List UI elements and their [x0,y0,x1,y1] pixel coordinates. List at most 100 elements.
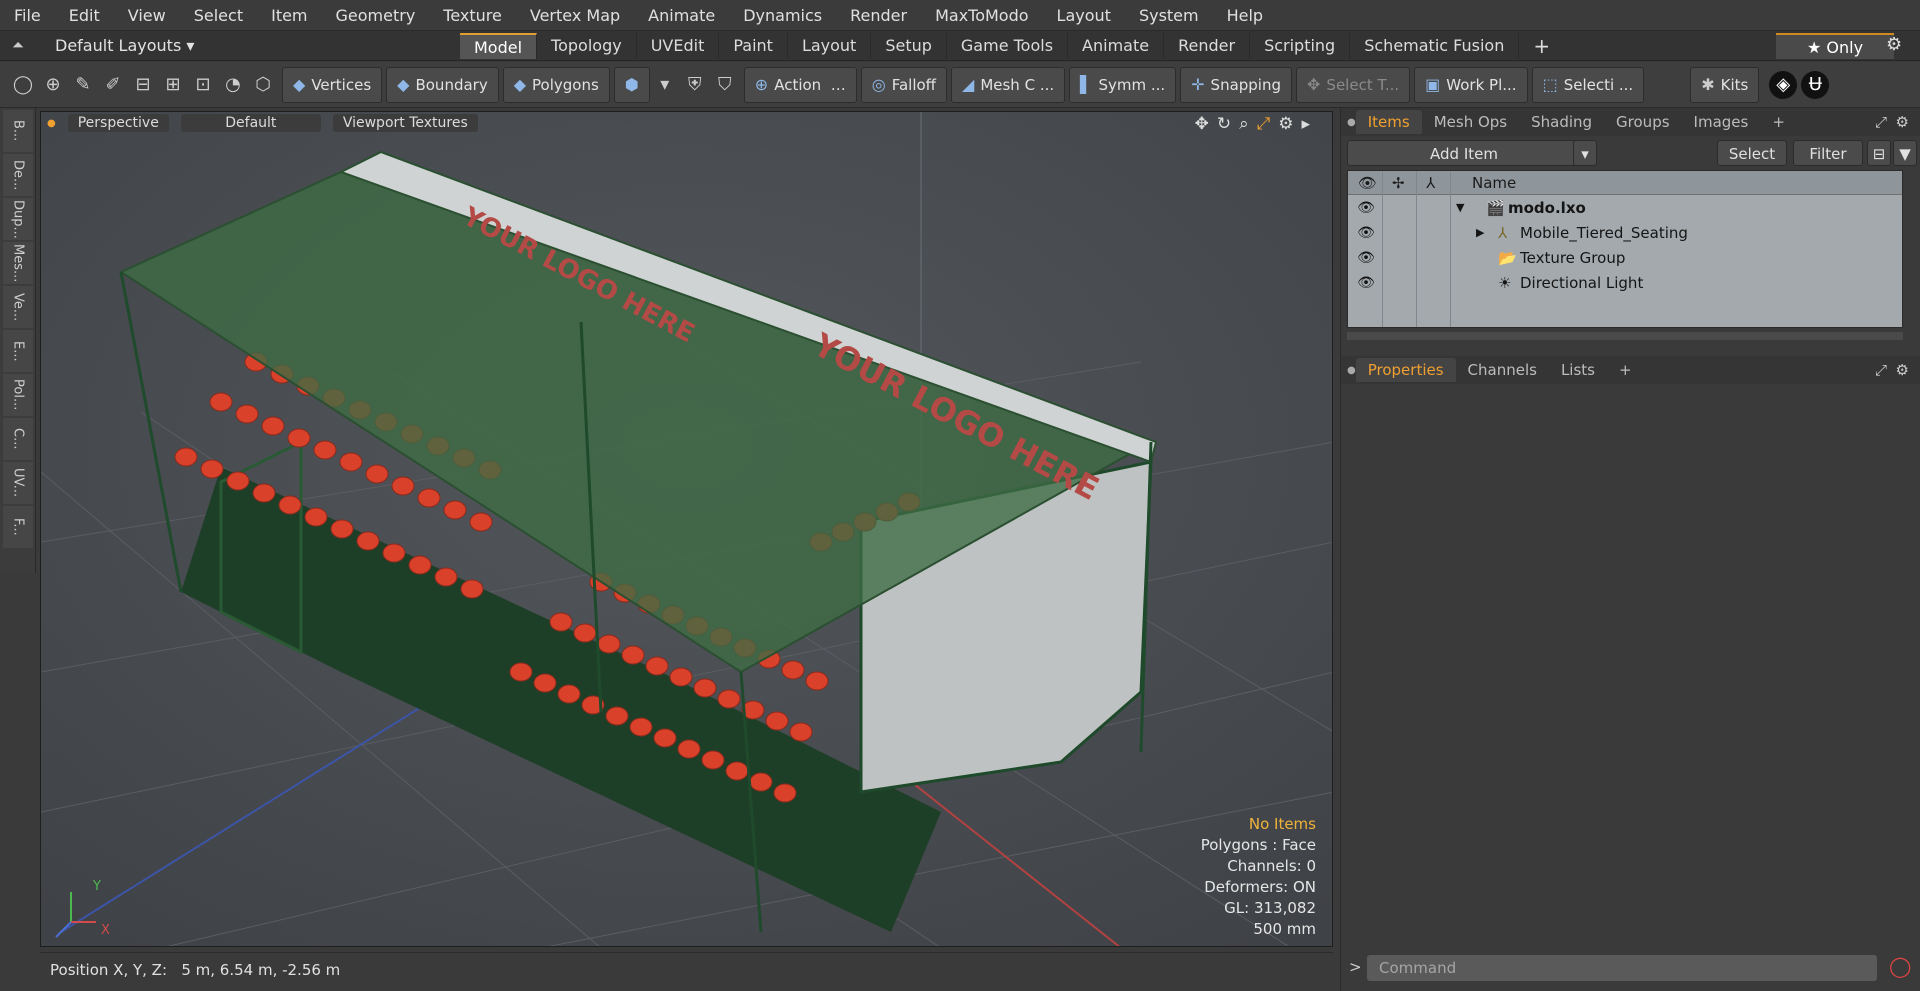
tab-layout[interactable]: Layout [788,33,872,59]
menu-maxtomodo[interactable]: MaxToModo [921,0,1042,31]
viewport-textures-dropdown[interactable]: Viewport Textures [332,114,478,132]
arc-icon[interactable]: ◔ [218,68,248,102]
eye-icon[interactable]: 👁 [1356,200,1376,216]
move-view-icon[interactable]: ✥ [1195,114,1209,134]
tab-items[interactable]: Items [1355,110,1422,134]
tab-shading[interactable]: Shading [1519,110,1604,134]
menu-dynamics[interactable]: Dynamics [729,0,836,31]
expand-icon[interactable]: ⤢ [1875,361,1887,379]
loop-icon[interactable]: ⊡ [188,68,218,102]
symmetry-button[interactable]: ▌ Symm ... [1069,66,1177,103]
paint-icon[interactable]: ✐ [98,68,128,102]
vtab-deform[interactable]: De... [3,154,33,196]
panel-gear-icon[interactable]: ⚙ [1896,113,1909,131]
eye-icon[interactable]: 👁 [1356,250,1376,266]
vtab-fusion[interactable]: F... [3,506,33,548]
tab-images[interactable]: Images [1682,110,1761,134]
expand-icon[interactable]: ⤢ [1875,113,1887,131]
name-column-header[interactable]: Name [1472,174,1516,192]
material-mode-button[interactable]: ⬢ [613,66,650,103]
bridge-icon[interactable]: ⊟ [128,68,158,102]
minus-icon[interactable]: ⊟ [1867,140,1891,166]
tab-schematic-fusion[interactable]: Schematic Fusion [1350,33,1520,59]
tab-render[interactable]: Render [1164,33,1251,59]
only-button[interactable]: ★ Only [1776,33,1894,59]
grid-icon[interactable]: ⊞ [158,68,188,102]
tree-row-texture-group[interactable]: 👁 📂 Texture Group [1348,245,1902,270]
tab-lists[interactable]: Lists [1549,358,1607,382]
mesh-constraint-button[interactable]: ◢ Mesh C ... [951,66,1066,103]
menu-geometry[interactable]: Geometry [322,0,430,31]
tab-setup[interactable]: Setup [871,33,947,59]
shield-alt-icon[interactable]: ⛉ [710,68,740,102]
tab-topology[interactable]: Topology [537,33,637,59]
falloff-button[interactable]: ◎ Falloff [860,66,947,103]
filter-funnel-icon[interactable]: ▼ [1893,140,1917,166]
add-tab-icon[interactable]: + [1519,33,1564,59]
panel-gear-icon[interactable]: ⚙ [1896,361,1909,379]
collapse-up-icon[interactable]: ⏶ [12,36,24,54]
work-plane-button[interactable]: ▣ Work Pl... [1414,66,1528,103]
add-tab-icon[interactable]: + [1607,358,1644,382]
menu-item[interactable]: Item [257,0,321,31]
chevron-down-icon[interactable]: ▾ [650,68,680,102]
menu-help[interactable]: Help [1213,0,1277,31]
viewport-gear-icon[interactable]: ⚙ [1278,114,1293,134]
menu-vertex-map[interactable]: Vertex Map [516,0,634,31]
menu-view[interactable]: View [114,0,180,31]
vtab-basic[interactable]: B... [3,110,33,152]
menu-system[interactable]: System [1125,0,1213,31]
expand-arrow-icon[interactable]: ▶ [1476,226,1484,239]
unreal-icon[interactable]: Ʉ [1801,70,1830,99]
record-icon[interactable]: ◯ [1889,954,1911,978]
filter-button[interactable]: Filter [1793,140,1863,166]
vtab-polygon[interactable]: Pol... [3,374,33,416]
snapping-button[interactable]: ✛ Snapping [1180,66,1293,103]
action-button[interactable]: ⊕ Action … [743,66,857,103]
add-item-chevron-icon[interactable]: ▾ [1573,140,1597,166]
menu-animate[interactable]: Animate [634,0,729,31]
rotate-view-icon[interactable]: ↻ [1217,114,1231,134]
menu-texture[interactable]: Texture [429,0,516,31]
tab-animate[interactable]: Animate [1068,33,1165,59]
command-input[interactable]: Command [1367,955,1877,981]
vtab-uv[interactable]: UV... [3,462,33,504]
vtab-curve[interactable]: C... [3,418,33,460]
tab-uvedit[interactable]: UVEdit [637,33,720,59]
tab-groups[interactable]: Groups [1604,110,1681,134]
tab-mesh-ops[interactable]: Mesh Ops [1422,110,1519,134]
menu-render[interactable]: Render [836,0,921,31]
select-button[interactable]: Select [1717,140,1787,166]
add-item-button[interactable]: Add Item [1347,140,1581,166]
vtab-duplicate[interactable]: Dup... [3,198,33,240]
boundary-button[interactable]: ◆ Boundary [386,66,499,103]
select-tool-button[interactable]: ✥ Select T... [1296,66,1411,103]
tab-game-tools[interactable]: Game Tools [947,33,1069,59]
zoom-view-icon[interactable]: ⌕ [1239,114,1249,134]
tab-scripting[interactable]: Scripting [1250,33,1351,59]
tab-channels[interactable]: Channels [1456,358,1549,382]
tree-row-mesh[interactable]: 👁 ▶ ⅄ Mobile_Tiered_Seating [1348,220,1902,245]
tab-model[interactable]: Model [460,33,538,59]
menu-file[interactable]: File [0,0,55,31]
play-arrow-icon[interactable]: ▸ [1301,114,1310,134]
eye-icon[interactable]: 👁 [1356,275,1376,291]
perspective-dropdown[interactable]: Perspective [67,114,169,132]
add-tab-icon[interactable]: + [1760,110,1797,134]
shading-dropdown[interactable]: Default [180,114,321,132]
unity-icon[interactable]: ◈ [1769,70,1798,99]
vtab-edge[interactable]: E... [3,330,33,372]
eye-icon[interactable]: 👁 [1356,225,1376,241]
tree-scrollbar[interactable] [1347,332,1903,340]
pen-icon[interactable]: ✎ [68,68,98,102]
gear-icon[interactable]: ⚙ [1886,34,1902,55]
tab-paint[interactable]: Paint [719,33,788,59]
menu-select[interactable]: Select [180,0,257,31]
kits-button[interactable]: ✱ Kits [1690,66,1760,103]
default-layouts-dropdown[interactable]: Default Layouts ▾ [55,31,194,61]
item-mode-icon[interactable]: ⬡ [248,68,278,102]
vtab-vertex[interactable]: Ve... [3,286,33,328]
tree-row-light[interactable]: 👁 ☀ Directional Light [1348,270,1902,295]
3d-viewport[interactable]: YOUR LOGO HERE YOUR LOGO HERE Y X ● Pers… [40,111,1333,947]
menu-layout[interactable]: Layout [1043,0,1125,31]
